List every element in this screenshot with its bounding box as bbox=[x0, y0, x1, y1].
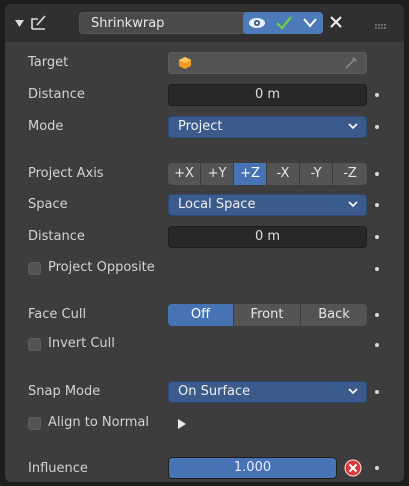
animate-property-dot[interactable] bbox=[375, 343, 379, 347]
expand-triangle-icon[interactable] bbox=[177, 418, 187, 433]
align-to-normal-checkbox[interactable] bbox=[28, 417, 41, 430]
object-cube-icon bbox=[179, 57, 191, 69]
show-in-viewport-toggle[interactable] bbox=[243, 12, 271, 34]
distance-limit-value: 0 m bbox=[254, 229, 281, 244]
target-label: Target bbox=[28, 55, 69, 70]
snap-mode-dropdown[interactable]: On Surface bbox=[168, 381, 367, 403]
modifier-dropdown-button[interactable] bbox=[297, 12, 323, 34]
invert-cull-label[interactable]: Invert Cull bbox=[48, 336, 115, 352]
animate-property-dot[interactable] bbox=[375, 203, 379, 207]
distance-field[interactable]: 0 m bbox=[168, 84, 367, 106]
shrinkwrap-modifier-icon bbox=[30, 13, 48, 35]
space-dropdown[interactable]: Local Space bbox=[168, 194, 367, 216]
animate-property-dot[interactable] bbox=[375, 267, 379, 271]
animate-property-dot[interactable] bbox=[375, 125, 379, 129]
animate-property-dot[interactable] bbox=[375, 172, 379, 176]
chevron-down-icon bbox=[348, 123, 358, 130]
project-opposite-label[interactable]: Project Opposite bbox=[48, 260, 155, 276]
snap-mode-value: On Surface bbox=[178, 384, 251, 399]
distance-limit-label: Distance bbox=[28, 229, 85, 244]
influence-slider[interactable]: 1.000 bbox=[168, 457, 337, 479]
face-cull-label: Face Cull bbox=[28, 307, 87, 322]
modifier-header: Shrinkwrap bbox=[5, 4, 404, 42]
chevron-down-icon bbox=[348, 388, 358, 395]
chevron-down-icon bbox=[348, 201, 358, 208]
space-value: Local Space bbox=[178, 197, 256, 212]
animate-property-dot[interactable] bbox=[375, 390, 379, 394]
snap-mode-label: Snap Mode bbox=[28, 384, 101, 399]
axis-button-neg-x[interactable]: -X bbox=[267, 163, 299, 185]
checkmark-icon bbox=[276, 16, 292, 30]
viewport-eye-icon bbox=[249, 18, 265, 28]
disable-keep-temp-error-icon[interactable] bbox=[344, 459, 362, 481]
influence-value: 1.000 bbox=[233, 460, 272, 475]
mode-label: Mode bbox=[28, 119, 64, 134]
collapse-chevron-icon[interactable] bbox=[15, 17, 24, 32]
target-object-field[interactable] bbox=[168, 52, 367, 74]
invert-cull-checkbox[interactable] bbox=[28, 338, 41, 351]
face-cull-buttons: Off Front Back bbox=[168, 304, 367, 326]
face-cull-back-button[interactable]: Back bbox=[301, 304, 367, 326]
axis-button-neg-z[interactable]: -Z bbox=[333, 163, 367, 185]
space-label: Space bbox=[28, 197, 68, 212]
project-opposite-checkbox[interactable] bbox=[28, 262, 41, 275]
distance-label: Distance bbox=[28, 87, 85, 102]
remove-modifier-close-icon[interactable] bbox=[330, 16, 342, 32]
distance-limit-field[interactable]: 0 m bbox=[168, 226, 367, 248]
distance-value: 0 m bbox=[254, 87, 281, 102]
mode-dropdown[interactable]: Project bbox=[168, 116, 367, 138]
face-cull-off-button[interactable]: Off bbox=[168, 304, 233, 326]
project-axis-label: Project Axis bbox=[28, 166, 104, 181]
drag-handle-grip-icon[interactable] bbox=[375, 19, 387, 34]
face-cull-front-button[interactable]: Front bbox=[234, 304, 300, 326]
shrinkwrap-modifier-panel: Shrinkwrap Target Distance 0 m Mode Proj… bbox=[5, 4, 404, 482]
animate-property-dot[interactable] bbox=[375, 93, 379, 97]
mode-value: Project bbox=[178, 119, 223, 134]
animate-property-dot[interactable] bbox=[375, 466, 379, 470]
influence-label: Influence bbox=[28, 461, 88, 476]
show-in-editmode-toggle[interactable] bbox=[271, 12, 297, 34]
axis-button-pos-y[interactable]: +Y bbox=[201, 163, 233, 185]
chevron-down-icon bbox=[303, 18, 317, 28]
axis-button-pos-x[interactable]: +X bbox=[168, 163, 200, 185]
axis-button-pos-z[interactable]: +Z bbox=[234, 163, 266, 185]
modifier-name-text: Shrinkwrap bbox=[91, 16, 165, 31]
axis-button-neg-y[interactable]: -Y bbox=[300, 163, 332, 185]
animate-property-dot[interactable] bbox=[375, 313, 379, 317]
project-axis-buttons: +X +Y +Z -X -Y -Z bbox=[168, 163, 367, 185]
eyedropper-icon[interactable] bbox=[344, 56, 358, 70]
modifier-name-field[interactable]: Shrinkwrap bbox=[79, 12, 255, 34]
align-to-normal-label[interactable]: Align to Normal bbox=[48, 415, 149, 431]
animate-property-dot[interactable] bbox=[375, 235, 379, 239]
